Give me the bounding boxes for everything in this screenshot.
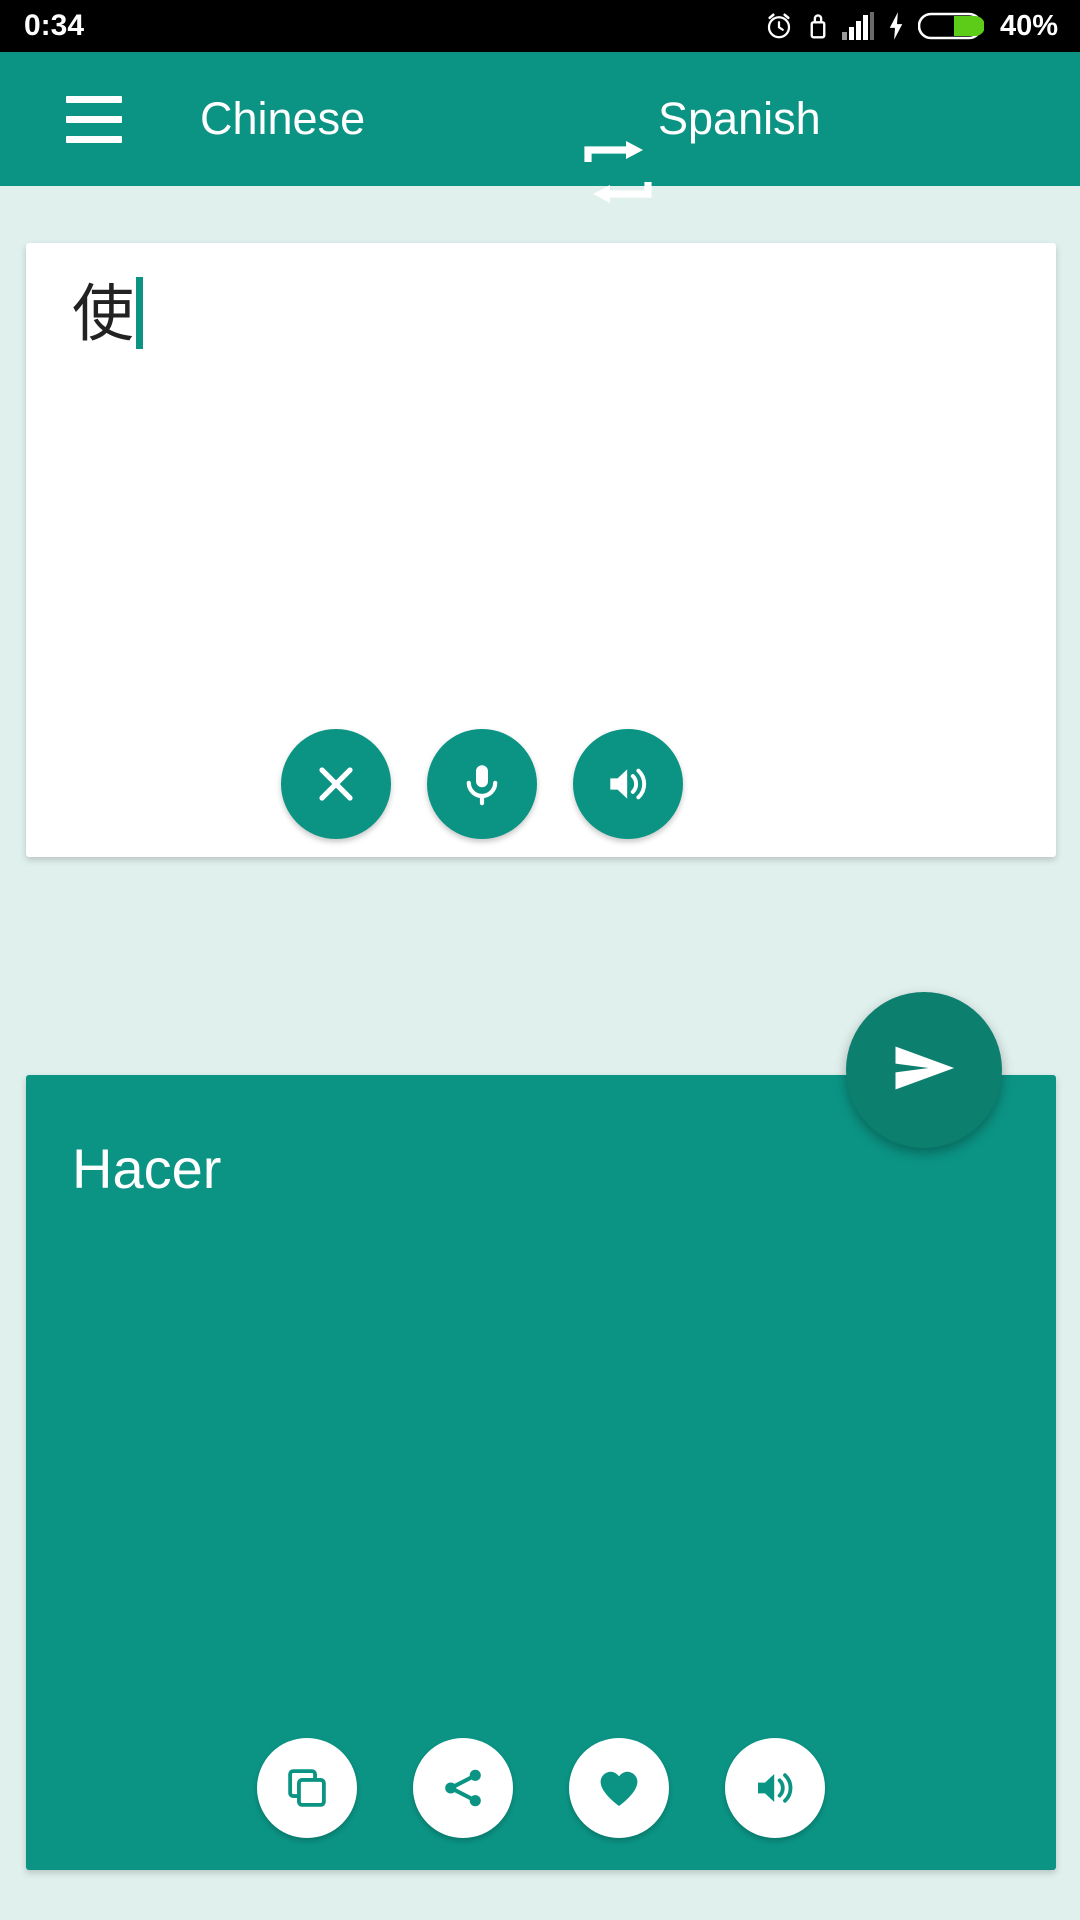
menu-bar-2 [66, 115, 122, 123]
heart-icon [595, 1764, 643, 1812]
translation-result-card[interactable]: Hacer [26, 1075, 1056, 1870]
close-icon [312, 760, 360, 808]
menu-bar-3 [66, 135, 122, 143]
listen-source-button[interactable] [573, 729, 683, 839]
source-actions-row [26, 729, 1056, 839]
source-text-value: 使 [72, 277, 135, 350]
status-icons: 40% [764, 10, 1058, 43]
translation-result-text: Hacer [72, 1137, 222, 1200]
share-icon [440, 1765, 486, 1811]
swap-languages-icon[interactable] [580, 140, 656, 204]
clear-button[interactable] [281, 729, 391, 839]
menu-bar-1 [66, 95, 122, 103]
text-cursor [136, 277, 144, 349]
microphone-icon [458, 760, 506, 808]
status-clock: 0:34 [24, 9, 85, 42]
usb-lock-icon [807, 11, 829, 41]
app-bar: Chinese Spanish [0, 52, 1080, 203]
translate-send-button[interactable] [846, 992, 1002, 1148]
microphone-button[interactable] [427, 729, 537, 839]
charging-bolt-icon [887, 11, 905, 41]
app-screen: 0:34 40% Chinese Spanish 使 Hacer [0, 0, 1080, 1920]
target-language-selector[interactable]: Spanish [658, 93, 821, 145]
share-button[interactable] [413, 1738, 513, 1838]
source-text-input[interactable]: 使 [72, 277, 1016, 351]
speaker-icon [603, 759, 653, 809]
status-bar: 0:34 40% [0, 0, 1080, 52]
speaker-icon [751, 1764, 799, 1812]
source-text-card[interactable]: 使 [26, 243, 1056, 857]
copy-button[interactable] [257, 1738, 357, 1838]
battery-percent-label: 40% [999, 9, 1058, 42]
send-icon [886, 1030, 962, 1111]
signal-bars-icon [841, 12, 874, 40]
copy-icon [284, 1765, 330, 1811]
source-language-selector[interactable]: Chinese [200, 93, 365, 145]
listen-target-button[interactable] [725, 1738, 825, 1838]
hamburger-menu-icon[interactable] [38, 52, 150, 186]
alarm-clock-icon [764, 11, 794, 41]
battery-icon [917, 10, 984, 42]
favorite-button[interactable] [569, 1738, 669, 1838]
result-actions-row [26, 1738, 1056, 1838]
